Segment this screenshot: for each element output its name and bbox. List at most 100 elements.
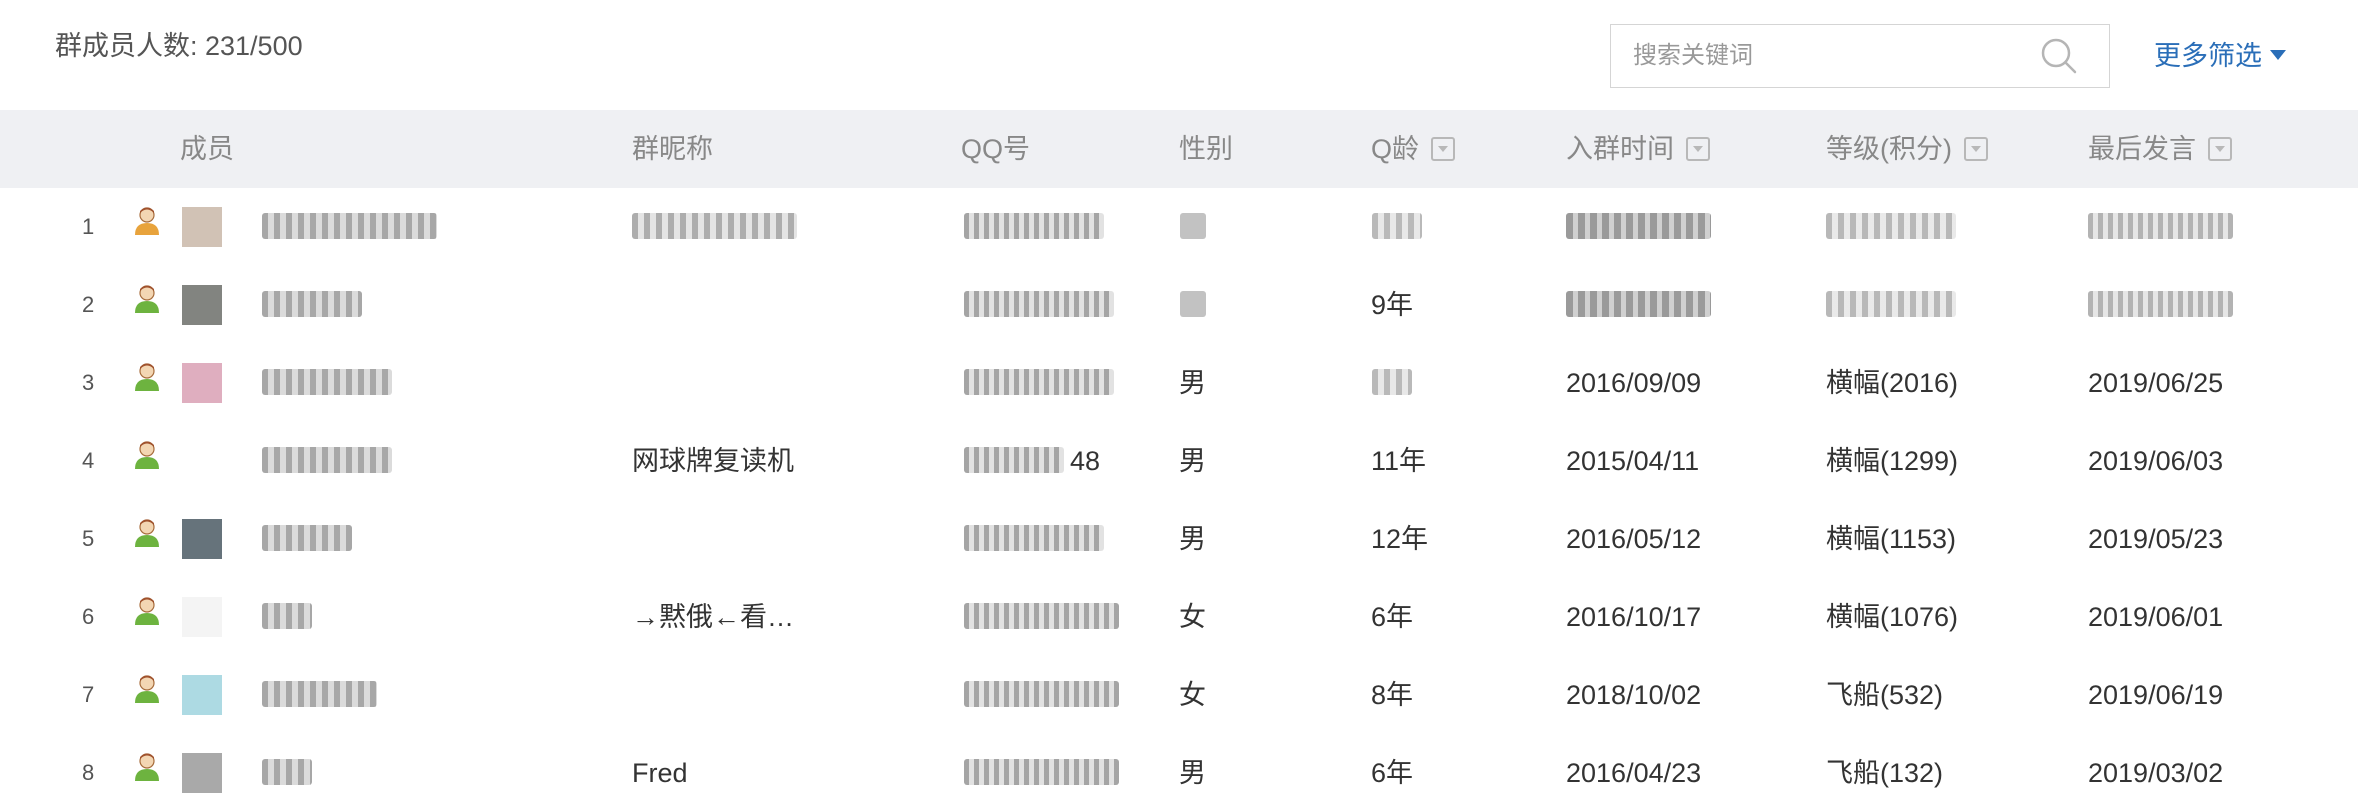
member-icon bbox=[135, 441, 159, 469]
member-icon bbox=[135, 363, 159, 391]
join-time: 2016/09/09 bbox=[1566, 368, 1702, 398]
table-row[interactable]: 4 网球牌复读机 48 男 11年 2015/04/11 横幅(1299) 2019/06/0… bbox=[0, 422, 2358, 500]
col-join-time[interactable]: 入群时间 bbox=[1566, 110, 1710, 188]
member-nickname-redacted[interactable] bbox=[262, 291, 362, 317]
gender: 男 bbox=[1179, 758, 1206, 788]
join-time: 2018/10/02 bbox=[1566, 680, 1702, 710]
toolbar: 群成员人数: 231/500 更多筛选 bbox=[0, 0, 2358, 110]
qq-age-redacted bbox=[1372, 369, 1412, 395]
qq-number-redacted bbox=[964, 759, 1119, 785]
col-qq-age[interactable]: Q龄 bbox=[1371, 110, 1456, 188]
col-gender: 性别 bbox=[1179, 134, 1233, 164]
member-nickname-redacted[interactable] bbox=[262, 369, 392, 395]
table-row[interactable]: 2 9年 bbox=[0, 266, 2358, 344]
last-speak: 2019/06/03 bbox=[2088, 446, 2224, 476]
table-row[interactable]: 7 女 8年 2018/10/02 飞船(532) 2019/06/19 bbox=[0, 656, 2358, 734]
col-group-nick: 群昵称 bbox=[632, 134, 713, 164]
col-last-speak[interactable]: 最后发言 bbox=[2088, 110, 2232, 188]
sort-icon[interactable] bbox=[1963, 137, 1988, 161]
qq-number-redacted bbox=[964, 291, 1114, 317]
join-time: 2016/04/23 bbox=[1566, 758, 1702, 788]
gender: 男 bbox=[1179, 524, 1206, 554]
member-nickname-redacted[interactable] bbox=[262, 759, 312, 785]
qq-number-redacted bbox=[964, 603, 1119, 629]
avatar[interactable] bbox=[182, 753, 222, 793]
gender: 男 bbox=[1179, 368, 1206, 398]
col-level[interactable]: 等级(积分) bbox=[1826, 110, 1988, 188]
search-input[interactable] bbox=[1631, 35, 2039, 77]
table-header: 成员 群昵称 QQ号 性别 Q龄 入群时间 等级(积分) 最后发言 bbox=[0, 110, 2358, 188]
more-filter-button[interactable]: 更多筛选 bbox=[2154, 34, 2286, 73]
row-index: 4 bbox=[82, 448, 95, 473]
member-nickname-redacted[interactable] bbox=[262, 681, 377, 707]
qq-number-redacted bbox=[964, 213, 1104, 239]
gender: 男 bbox=[1179, 446, 1206, 476]
join-time: 2016/10/17 bbox=[1566, 602, 1702, 632]
member-nickname-redacted[interactable] bbox=[262, 525, 352, 551]
member-table-body: 1 2 9年 3 男 2016/09/09 横幅(2016) 2019/06/25 4 网球牌复读… bbox=[0, 188, 2358, 812]
col-qq: QQ号 bbox=[961, 134, 1031, 164]
sort-icon[interactable] bbox=[1686, 137, 1710, 161]
qq-age: 6年 bbox=[1371, 758, 1414, 788]
member-nickname-redacted[interactable] bbox=[262, 213, 437, 239]
qq-number-redacted bbox=[964, 525, 1104, 551]
more-filter-label: 更多筛选 bbox=[2154, 41, 2262, 71]
member-icon bbox=[135, 675, 159, 703]
join-time-redacted bbox=[1566, 291, 1711, 317]
avatar[interactable] bbox=[182, 207, 222, 247]
table-row[interactable]: 1 bbox=[0, 188, 2358, 266]
sort-icon[interactable] bbox=[1431, 137, 1456, 161]
level: 飞船(532) bbox=[1826, 680, 1944, 710]
gender: 女 bbox=[1179, 602, 1206, 632]
last-speak: 2019/06/25 bbox=[2088, 368, 2224, 398]
avatar[interactable] bbox=[182, 519, 222, 559]
group-nick: →黙俄←看… bbox=[632, 602, 794, 632]
member-nickname-redacted[interactable] bbox=[262, 447, 392, 473]
qq-age-redacted bbox=[1372, 213, 1422, 239]
table-row[interactable]: 6 →黙俄←看… 女 6年 2016/10/17 横幅(1076) 2019/06/01 bbox=[0, 578, 2358, 656]
member-count: 群成员人数: 231/500 bbox=[55, 31, 303, 61]
qq-number-redacted bbox=[964, 369, 1114, 395]
row-index: 5 bbox=[82, 526, 95, 551]
group-nick: 网球牌复读机 bbox=[632, 446, 794, 476]
level-redacted bbox=[1826, 213, 1956, 239]
member-icon bbox=[135, 285, 159, 313]
table-row[interactable]: 8 Fred 男 6年 2016/04/23 飞船(132) 2019/03/02 bbox=[0, 734, 2358, 812]
table-row[interactable]: 5 男 12年 2016/05/12 横幅(1153) 2019/05/23 bbox=[0, 500, 2358, 578]
qq-number: 48 bbox=[1070, 446, 1101, 476]
group-nick-redacted bbox=[632, 213, 797, 239]
qq-age: 11年 bbox=[1371, 446, 1427, 476]
member-nickname-redacted[interactable] bbox=[262, 603, 312, 629]
row-index: 6 bbox=[82, 604, 95, 629]
last-speak: 2019/06/01 bbox=[2088, 602, 2224, 632]
row-index: 7 bbox=[82, 682, 95, 707]
sort-icon[interactable] bbox=[2208, 137, 2232, 161]
level: 飞船(132) bbox=[1826, 758, 1944, 788]
join-time: 2016/05/12 bbox=[1566, 524, 1702, 554]
last-speak: 2019/06/19 bbox=[2088, 680, 2224, 710]
qq-age: 12年 bbox=[1371, 524, 1429, 554]
table-row[interactable]: 3 男 2016/09/09 横幅(2016) 2019/06/25 bbox=[0, 344, 2358, 422]
level: 横幅(1299) bbox=[1826, 446, 1959, 476]
col-member: 成员 bbox=[180, 134, 234, 164]
last-speak-redacted bbox=[2088, 213, 2233, 239]
search-box[interactable] bbox=[1610, 24, 2110, 88]
qq-number-redacted bbox=[964, 447, 1064, 473]
gender-redacted bbox=[1180, 213, 1206, 239]
avatar[interactable] bbox=[182, 441, 222, 481]
row-index: 3 bbox=[82, 370, 95, 395]
search-icon[interactable] bbox=[2039, 36, 2079, 76]
level: 横幅(2016) bbox=[1826, 368, 1959, 398]
avatar[interactable] bbox=[182, 597, 222, 637]
avatar[interactable] bbox=[182, 285, 222, 325]
avatar[interactable] bbox=[182, 675, 222, 715]
avatar[interactable] bbox=[182, 363, 222, 403]
level: 横幅(1076) bbox=[1826, 602, 1959, 632]
chevron-down-icon bbox=[2270, 50, 2286, 60]
join-time: 2015/04/11 bbox=[1566, 446, 1700, 476]
row-index: 8 bbox=[82, 760, 95, 785]
row-index: 1 bbox=[82, 214, 95, 239]
join-time-redacted bbox=[1566, 213, 1711, 239]
level-redacted bbox=[1826, 291, 1956, 317]
member-icon bbox=[135, 753, 159, 781]
